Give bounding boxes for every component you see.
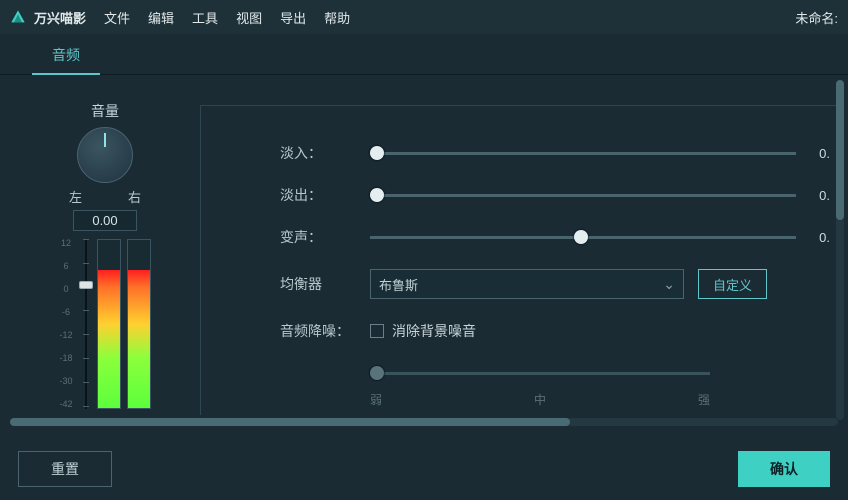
pan-left-label: 左 [69, 187, 82, 206]
document-title: 未命名: [795, 8, 838, 27]
pitch-slider[interactable] [370, 227, 796, 247]
app-name: 万兴喵影 [34, 8, 86, 27]
app-logo-icon [10, 9, 26, 25]
volume-slider[interactable] [81, 239, 91, 409]
pan-knob[interactable] [77, 127, 133, 183]
reset-button[interactable]: 重置 [18, 451, 112, 487]
menu-tools[interactable]: 工具 [192, 8, 218, 27]
volume-value[interactable]: 0.00 [73, 210, 137, 231]
fade-out-slider[interactable] [370, 185, 796, 205]
button-bar: 重置 确认 [0, 438, 848, 500]
meter-left [97, 239, 121, 409]
denoise-slider[interactable] [370, 363, 710, 383]
content-area: 音量 左 右 0.00 12 6 0 -6 -12 -18 -30 -42 [0, 75, 848, 435]
volume-scale: 12 6 0 -6 -12 -18 -30 -42 [59, 239, 72, 409]
horizontal-scrollbar-thumb[interactable] [10, 418, 570, 426]
menu-export[interactable]: 导出 [280, 8, 306, 27]
volume-slider-thumb[interactable] [79, 281, 93, 289]
volume-panel: 音量 左 右 0.00 12 6 0 -6 -12 -18 -30 -42 [10, 95, 200, 435]
menu-help[interactable]: 帮助 [324, 8, 350, 27]
tab-row: 音频 [0, 34, 848, 75]
horizontal-scrollbar[interactable] [10, 418, 838, 426]
pan-right-label: 右 [128, 187, 141, 206]
vertical-scrollbar[interactable] [836, 80, 844, 420]
knob-indicator [104, 133, 106, 147]
volume-meters: 12 6 0 -6 -12 -18 -30 -42 [10, 239, 200, 409]
fade-in-slider[interactable] [370, 143, 796, 163]
menubar: 万兴喵影 文件 编辑 工具 视图 导出 帮助 未命名: [0, 0, 848, 34]
meter-right [127, 239, 151, 409]
menu-edit[interactable]: 编辑 [148, 8, 174, 27]
tab-audio[interactable]: 音频 [32, 35, 100, 75]
volume-title: 音量 [10, 101, 200, 121]
vertical-scrollbar-thumb[interactable] [836, 80, 844, 220]
menu-view[interactable]: 视图 [236, 8, 262, 27]
menu-file[interactable]: 文件 [104, 8, 130, 27]
ok-button[interactable]: 确认 [738, 451, 830, 487]
